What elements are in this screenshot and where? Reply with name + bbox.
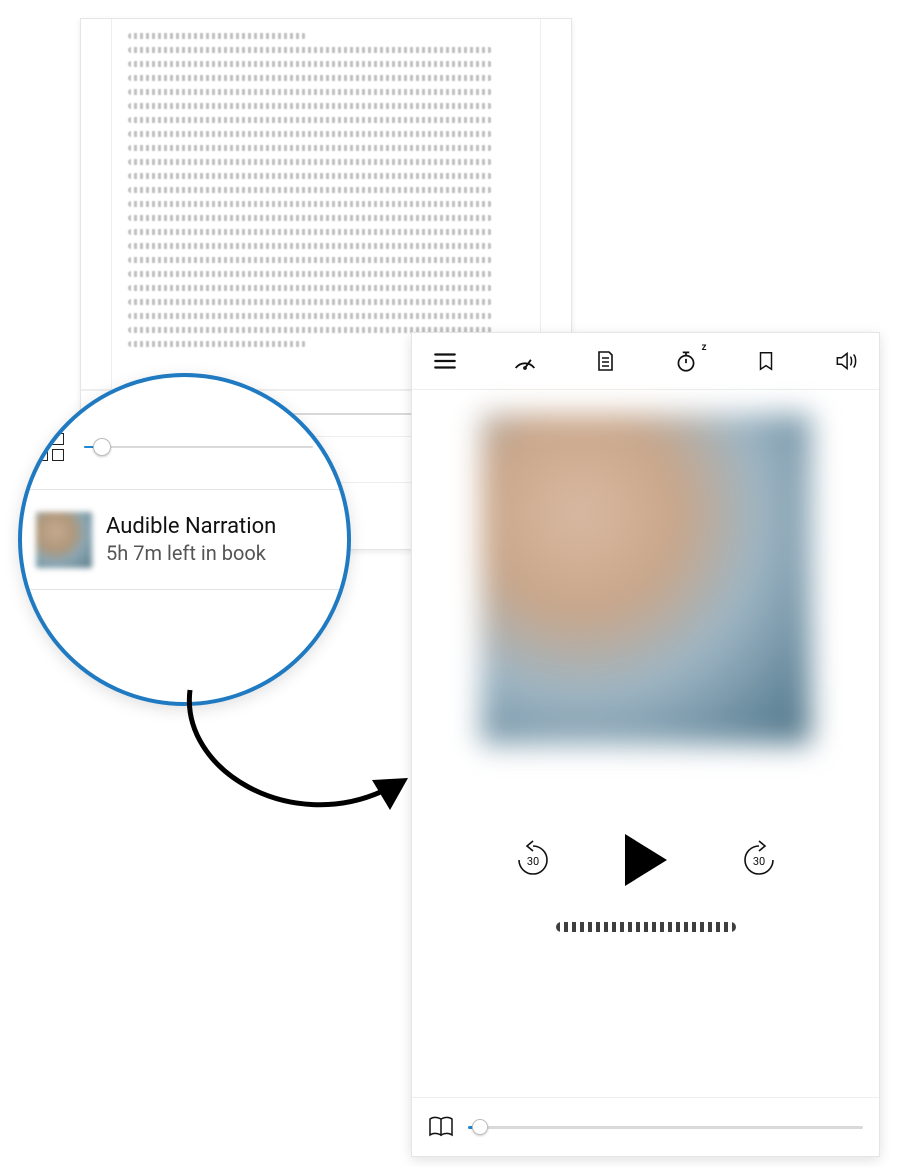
narration-time-left: 5h 7m left in book xyxy=(106,541,276,565)
arrow-icon xyxy=(170,680,420,840)
play-button[interactable] xyxy=(625,834,667,886)
audiobook-player: z 30 xyxy=(411,332,880,1157)
speed-icon[interactable] xyxy=(510,346,540,376)
sleep-timer-icon[interactable]: z xyxy=(671,346,701,376)
contents-icon[interactable] xyxy=(590,346,620,376)
player-footer xyxy=(412,1097,879,1156)
audible-narration-row[interactable]: Audible Narration 5h 7m left in book xyxy=(22,489,347,590)
bookmark-icon[interactable] xyxy=(751,346,781,376)
reader-margin-left xyxy=(81,19,112,389)
book-cover-thumbnail xyxy=(36,512,92,568)
skip-back-button[interactable]: 30 xyxy=(511,838,555,882)
volume-icon[interactable] xyxy=(831,346,861,376)
svg-text:30: 30 xyxy=(526,855,538,868)
grid-view-icon[interactable] xyxy=(36,433,64,461)
zoom-lens: Audible Narration 5h 7m left in book xyxy=(18,373,351,706)
skip-forward-button[interactable]: 30 xyxy=(737,838,781,882)
narration-title: Audible Narration xyxy=(106,515,276,539)
reading-view-icon[interactable] xyxy=(428,1116,454,1138)
book-cover xyxy=(481,414,811,744)
menu-icon[interactable] xyxy=(430,346,460,376)
reader-progress-slider[interactable] xyxy=(84,446,313,448)
playback-progress-slider[interactable] xyxy=(468,1126,863,1129)
svg-text:30: 30 xyxy=(752,855,764,868)
chapter-title-placeholder xyxy=(556,922,736,932)
player-toolbar: z xyxy=(412,333,879,390)
